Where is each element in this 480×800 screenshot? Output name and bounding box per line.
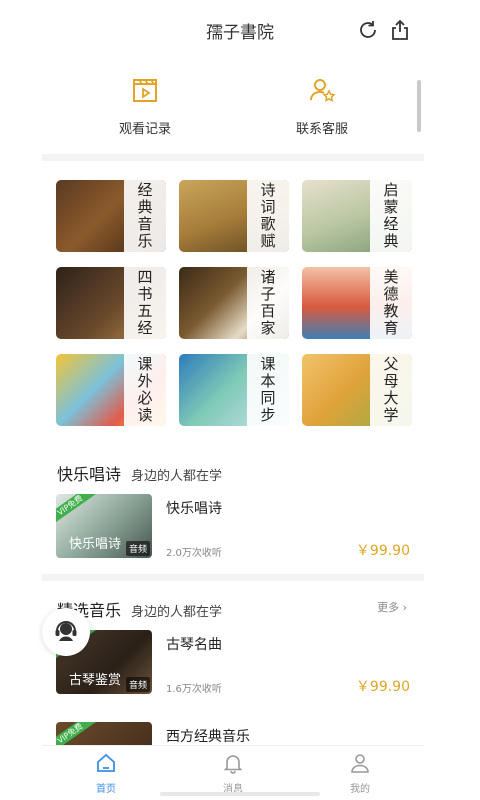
category-card-parents-university[interactable]: 父母大学 [302,354,412,426]
more-label: 更多 [377,601,400,614]
clapperboard-icon [131,79,159,108]
more-link[interactable]: 更多 › [377,599,407,615]
category-tag: 美德教育 [370,267,412,339]
course-price: ￥99.90 [355,543,410,559]
course-name: 古琴名曲 [166,637,222,653]
contact-support-label: 联系客服 [295,122,348,137]
watch-history-label: 观看记录 [118,122,171,137]
thumbnail-caption: 古琴鉴赏 [68,673,121,688]
course-name: 快乐唱诗 [166,501,222,517]
contact-support-button[interactable]: 联系客服 [262,76,382,137]
app-header: 孺子書院 [0,0,480,62]
category-card-hundred-schools[interactable]: 诸子百家 [179,267,289,339]
tab-label: 首页 [96,784,116,795]
category-label: 四书五经 [135,269,154,337]
category-tag: 经典音乐 [124,180,166,252]
category-tag: 课本同步 [247,354,289,426]
play-count: 1.6万次收听 [166,684,222,695]
home-indicator [160,792,320,796]
tab-messages[interactable]: 消息 [193,752,273,795]
course-thumbnail: VIP免费 快乐唱诗 音频 [56,494,152,558]
vip-badge: VIP免费 [56,722,97,746]
tab-profile[interactable]: 我的 [320,752,400,795]
watch-history-button[interactable]: 观看记录 [85,76,205,137]
category-label: 父母大学 [381,356,400,424]
section-subtitle: 身边的人都在学 [131,605,223,620]
category-label: 诸子百家 [258,269,277,337]
tab-label: 我的 [350,784,370,795]
divider [42,574,424,581]
person-icon [349,754,371,778]
category-label: 启蒙经典 [381,182,400,250]
bell-icon [222,755,244,778]
play-count: 2.0万次收听 [166,548,222,559]
category-tag: 课外必读 [124,354,166,426]
category-card-poetry[interactable]: 诗词歌赋 [179,180,289,252]
customer-service-float-button[interactable] [42,608,90,656]
scrollbar-thumb[interactable] [417,80,421,132]
section-title: 快乐唱诗 [57,465,122,484]
category-tag: 诗词歌赋 [247,180,289,252]
tab-home[interactable]: 首页 [66,752,146,795]
category-card-four-books[interactable]: 四书五经 [56,267,166,339]
category-label: 诗词歌赋 [258,182,277,250]
user-star-icon [308,79,336,108]
section-header-selected-music: 精选音乐 身边的人都在学 更多 › [57,597,417,620]
course-item-guqin[interactable]: VIP免费 古琴鉴赏 音频 古琴名曲 1.6万次收听 ￥99.90 [56,630,412,695]
course-item-western-music[interactable]: VIP免费 西方经典音乐 [56,722,412,746]
headset-icon [53,618,79,648]
category-card-virtue-education[interactable]: 美德教育 [302,267,412,339]
category-label: 经典音乐 [135,182,154,250]
category-card-extracurricular[interactable]: 课外必读 [56,354,166,426]
course-name: 西方经典音乐 [166,729,250,745]
refresh-icon[interactable] [356,18,380,42]
category-tag: 四书五经 [124,267,166,339]
divider [42,154,424,161]
category-card-enlightenment[interactable]: 启蒙经典 [302,180,412,252]
category-card-classic-music[interactable]: 经典音乐 [56,180,166,252]
category-card-textbook-sync[interactable]: 课本同步 [179,354,289,426]
course-item-happy-poems[interactable]: VIP免费 快乐唱诗 音频 快乐唱诗 2.0万次收听 ￥99.90 [56,494,412,559]
chevron-right-icon: › [402,601,407,614]
quick-actions: 观看记录 联系客服 [0,70,480,150]
media-type-badge: 音频 [125,677,150,692]
category-tag: 启蒙经典 [370,180,412,252]
thumbnail-caption: 快乐唱诗 [68,537,121,552]
category-tag: 父母大学 [370,354,412,426]
course-price: ￥99.90 [355,679,410,695]
course-thumbnail: VIP免费 [56,722,152,746]
category-label: 课外必读 [135,356,154,424]
media-type-badge: 音频 [125,541,150,556]
home-icon [95,753,117,778]
vip-badge: VIP免费 [56,494,97,527]
category-label: 课本同步 [258,356,277,424]
share-icon[interactable] [388,18,412,42]
section-subtitle: 身边的人都在学 [131,469,223,484]
category-label: 美德教育 [381,269,400,337]
category-tag: 诸子百家 [247,267,289,339]
section-header-happy-poems: 快乐唱诗 身边的人都在学 [57,461,417,484]
